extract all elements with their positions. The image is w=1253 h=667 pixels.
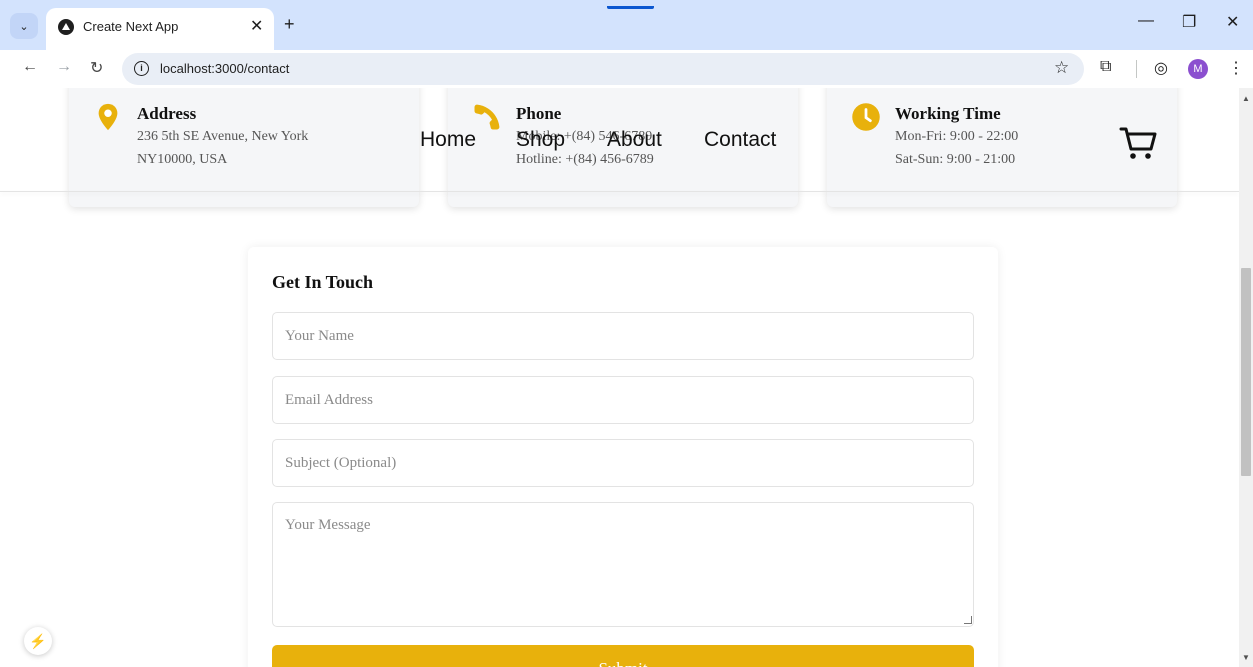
- url-text[interactable]: localhost:3000/contact: [160, 61, 289, 76]
- site-info-icon[interactable]: i: [134, 61, 149, 76]
- browser-menu-icon[interactable]: ⋮: [1228, 58, 1244, 78]
- extensions-icon[interactable]: ⧉: [1100, 58, 1111, 76]
- nav-contact-link[interactable]: Contact: [704, 128, 776, 152]
- working-time-weekend: Sat-Sun: 9:00 - 21:00: [895, 152, 1016, 167]
- nav-about-link[interactable]: About: [607, 128, 662, 152]
- tab-indicator: [607, 6, 654, 9]
- close-window-button[interactable]: ✕: [1226, 12, 1239, 32]
- bookmark-star-icon[interactable]: ☆: [1054, 58, 1069, 78]
- tab-title: Create Next App: [83, 19, 179, 34]
- phone-hotline: Hotline: +(84) 456-6789: [516, 152, 654, 167]
- browser-tab-strip: ⌄ Create Next App ✕ + — ❐ ✕: [0, 0, 1253, 50]
- cart-icon[interactable]: [1118, 123, 1158, 163]
- minimize-button[interactable]: —: [1138, 12, 1154, 30]
- new-tab-button[interactable]: +: [284, 14, 295, 35]
- address-title: Address: [137, 104, 197, 123]
- email-input[interactable]: [272, 376, 974, 424]
- phone-icon: [474, 104, 500, 130]
- phone-title: Phone: [516, 104, 562, 123]
- reload-button[interactable]: ↻: [90, 58, 103, 78]
- forward-button[interactable]: →: [56, 58, 72, 76]
- browser-toolbar: ← → ↻ i localhost:3000/contact ☆ ⧉ ◎ M ⋮: [0, 50, 1253, 88]
- working-time-title: Working Time: [895, 104, 1001, 123]
- message-textarea[interactable]: [272, 502, 974, 627]
- restore-button[interactable]: ❐: [1182, 12, 1196, 32]
- assistant-icon[interactable]: ◎: [1154, 58, 1168, 78]
- address-line-2: NY10000, USA: [137, 152, 228, 167]
- page-viewport: Address 236 5th SE Avenue, New York NY10…: [0, 88, 1239, 667]
- working-time-weekdays: Mon-Fri: 9:00 - 22:00: [895, 129, 1019, 144]
- nav-home-link[interactable]: Home: [420, 128, 476, 152]
- form-title: Get In Touch: [272, 272, 374, 292]
- dev-tools-bolt-icon[interactable]: ⚡: [24, 627, 52, 655]
- back-button[interactable]: ←: [22, 58, 38, 76]
- clock-icon: [852, 103, 880, 131]
- active-tab[interactable]: Create Next App ✕: [46, 8, 274, 50]
- toolbar-divider: [1136, 60, 1137, 78]
- address-card: Address 236 5th SE Avenue, New York NY10…: [69, 88, 419, 207]
- name-input[interactable]: [272, 312, 974, 360]
- tab-close-icon[interactable]: ✕: [250, 16, 263, 36]
- scroll-down-arrow-icon[interactable]: ▼: [1242, 653, 1250, 662]
- nextjs-favicon-icon: [58, 19, 74, 35]
- submit-button[interactable]: Submit: [272, 645, 974, 667]
- nav-shop-link[interactable]: Shop: [516, 128, 565, 152]
- profile-avatar[interactable]: M: [1188, 59, 1208, 79]
- scroll-up-arrow-icon[interactable]: ▲: [1242, 94, 1250, 103]
- header-bottom-border: [0, 191, 1239, 192]
- tab-search-button[interactable]: ⌄: [10, 13, 38, 39]
- subject-input[interactable]: [272, 439, 974, 487]
- contact-form-card: Get In Touch Submit: [248, 247, 998, 667]
- page-scrollbar[interactable]: ▲ ▼: [1239, 88, 1253, 667]
- address-bar[interactable]: i localhost:3000/contact ☆: [122, 53, 1084, 85]
- scrollbar-thumb[interactable]: [1241, 268, 1251, 476]
- address-line-1: 236 5th SE Avenue, New York: [137, 129, 309, 144]
- location-pin-icon: [98, 103, 118, 131]
- textarea-resize-handle[interactable]: [964, 616, 972, 624]
